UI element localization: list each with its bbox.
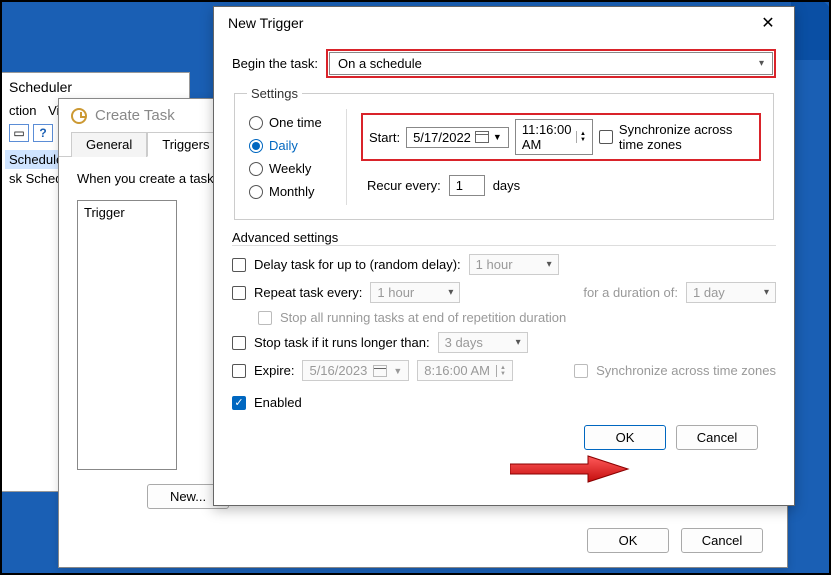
help-icon[interactable]: ? (33, 124, 53, 142)
duration-label: for a duration of: (583, 285, 678, 300)
expire-checkbox[interactable] (232, 364, 246, 378)
radio-icon (249, 116, 263, 130)
delay-select: 1 hour ▾ (469, 254, 559, 275)
scheduler-title: Scheduler (1, 73, 189, 101)
repeat-value: 1 hour (377, 285, 414, 300)
create-task-title: Create Task (95, 107, 175, 124)
start-time-input[interactable]: 11:16:00 AM ▲▼ (515, 119, 593, 155)
recur-label: Recur every: (367, 178, 441, 193)
radio-weekly[interactable]: Weekly (249, 161, 340, 176)
start-date-value: 5/17/2022 (413, 130, 471, 145)
stop-longer-value: 3 days (445, 335, 483, 350)
start-column: Start: 5/17/2022 ▼ 11:16:00 AM ▲▼ Synchr… (361, 109, 761, 205)
duration-value: 1 day (693, 285, 725, 300)
menu-action[interactable]: ction (9, 103, 36, 118)
stop-longer-checkbox[interactable] (232, 336, 246, 350)
start-time-value: 11:16:00 AM (522, 122, 572, 152)
expire-label: Expire: (254, 363, 294, 378)
radio-weekly-label: Weekly (269, 161, 311, 176)
frequency-column: One time Daily Weekly Monthly (247, 109, 347, 205)
clock-icon (71, 108, 87, 124)
highlight-start: Start: 5/17/2022 ▼ 11:16:00 AM ▲▼ Synchr… (361, 113, 761, 161)
toolbar-icon-1[interactable]: ▭ (9, 124, 29, 142)
expire-sync-label: Synchronize across time zones (596, 363, 776, 378)
trigger-cancel-button[interactable]: Cancel (676, 425, 758, 450)
chevron-down-icon: ▼ (393, 366, 402, 376)
recur-input[interactable]: 1 (449, 175, 485, 196)
highlight-begin: On a schedule ▾ (326, 49, 776, 78)
create-task-cancel-button[interactable]: Cancel (681, 528, 763, 553)
recur-unit: days (493, 178, 520, 193)
create-task-ok-button[interactable]: OK (587, 528, 669, 553)
chevron-down-icon: ▾ (759, 58, 764, 69)
radio-icon (249, 185, 263, 199)
begin-task-combo[interactable]: On a schedule ▾ (329, 52, 773, 75)
stop-all-label: Stop all running tasks at end of repetit… (280, 310, 566, 325)
trigger-list-header: Trigger (84, 205, 170, 220)
expire-sync-checkbox (574, 364, 588, 378)
expire-time-value: 8:16:00 AM (424, 363, 490, 378)
expire-time-input: 8:16:00 AM ▲▼ (417, 360, 513, 381)
radio-daily-label: Daily (269, 138, 298, 153)
delay-value: 1 hour (476, 257, 513, 272)
begin-task-label: Begin the task: (232, 56, 318, 71)
trigger-title: New Trigger (228, 15, 303, 31)
radio-monthly[interactable]: Monthly (249, 184, 340, 199)
chevron-down-icon: ▾ (547, 259, 552, 270)
enabled-checkbox[interactable]: ✓ (232, 396, 246, 410)
radio-monthly-label: Monthly (269, 184, 315, 199)
repeat-select: 1 hour ▾ (370, 282, 460, 303)
chevron-down-icon: ▼ (493, 132, 502, 142)
radio-icon (249, 139, 263, 153)
delay-checkbox[interactable] (232, 258, 246, 272)
settings-group: Settings One time Daily Weekly (234, 86, 774, 220)
trigger-list[interactable]: Trigger (77, 200, 177, 470)
calendar-icon (373, 365, 387, 377)
start-label: Start: (369, 130, 400, 145)
trigger-footer: OK Cancel (232, 417, 776, 450)
repeat-checkbox[interactable] (232, 286, 246, 300)
repeat-label: Repeat task every: (254, 285, 362, 300)
tab-general[interactable]: General (71, 132, 147, 157)
sync-tz-label: Synchronize across time zones (619, 122, 753, 152)
desktop-corner (791, 0, 831, 60)
create-task-footer: OK Cancel (587, 528, 763, 553)
new-trigger-dialog: New Trigger ✕ Begin the task: On a sched… (213, 6, 795, 506)
chevron-down-icon: ▾ (448, 287, 453, 298)
duration-select: 1 day ▾ (686, 282, 776, 303)
begin-task-value: On a schedule (338, 56, 422, 71)
stop-longer-label: Stop task if it runs longer than: (254, 335, 430, 350)
radio-one-time[interactable]: One time (249, 115, 340, 130)
delay-label: Delay task for up to (random delay): (254, 257, 461, 272)
calendar-icon (475, 131, 489, 143)
sync-tz-checkbox[interactable] (599, 130, 613, 144)
advanced-header: Advanced settings (232, 230, 776, 246)
radio-one-time-label: One time (269, 115, 322, 130)
trigger-body: Begin the task: On a schedule ▾ Settings… (214, 41, 794, 462)
close-icon[interactable]: ✕ (752, 13, 784, 33)
advanced-settings: Advanced settings Delay task for up to (… (232, 230, 776, 410)
stop-all-checkbox (258, 311, 272, 325)
spinner-icon: ▲▼ (496, 365, 506, 377)
enabled-label: Enabled (254, 395, 302, 410)
trigger-ok-button[interactable]: OK (584, 425, 666, 450)
stop-longer-select: 3 days ▾ (438, 332, 528, 353)
radio-daily[interactable]: Daily (249, 138, 340, 153)
settings-legend: Settings (247, 86, 302, 101)
start-date-input[interactable]: 5/17/2022 ▼ (406, 127, 509, 148)
trigger-titlebar: New Trigger ✕ (214, 7, 794, 41)
spinner-icon: ▲▼ (576, 131, 586, 143)
radio-icon (249, 162, 263, 176)
chevron-down-icon: ▾ (764, 287, 769, 298)
expire-date-input: 5/16/2023 ▼ (302, 360, 409, 381)
expire-date-value: 5/16/2023 (309, 363, 367, 378)
chevron-down-icon: ▾ (516, 337, 521, 348)
